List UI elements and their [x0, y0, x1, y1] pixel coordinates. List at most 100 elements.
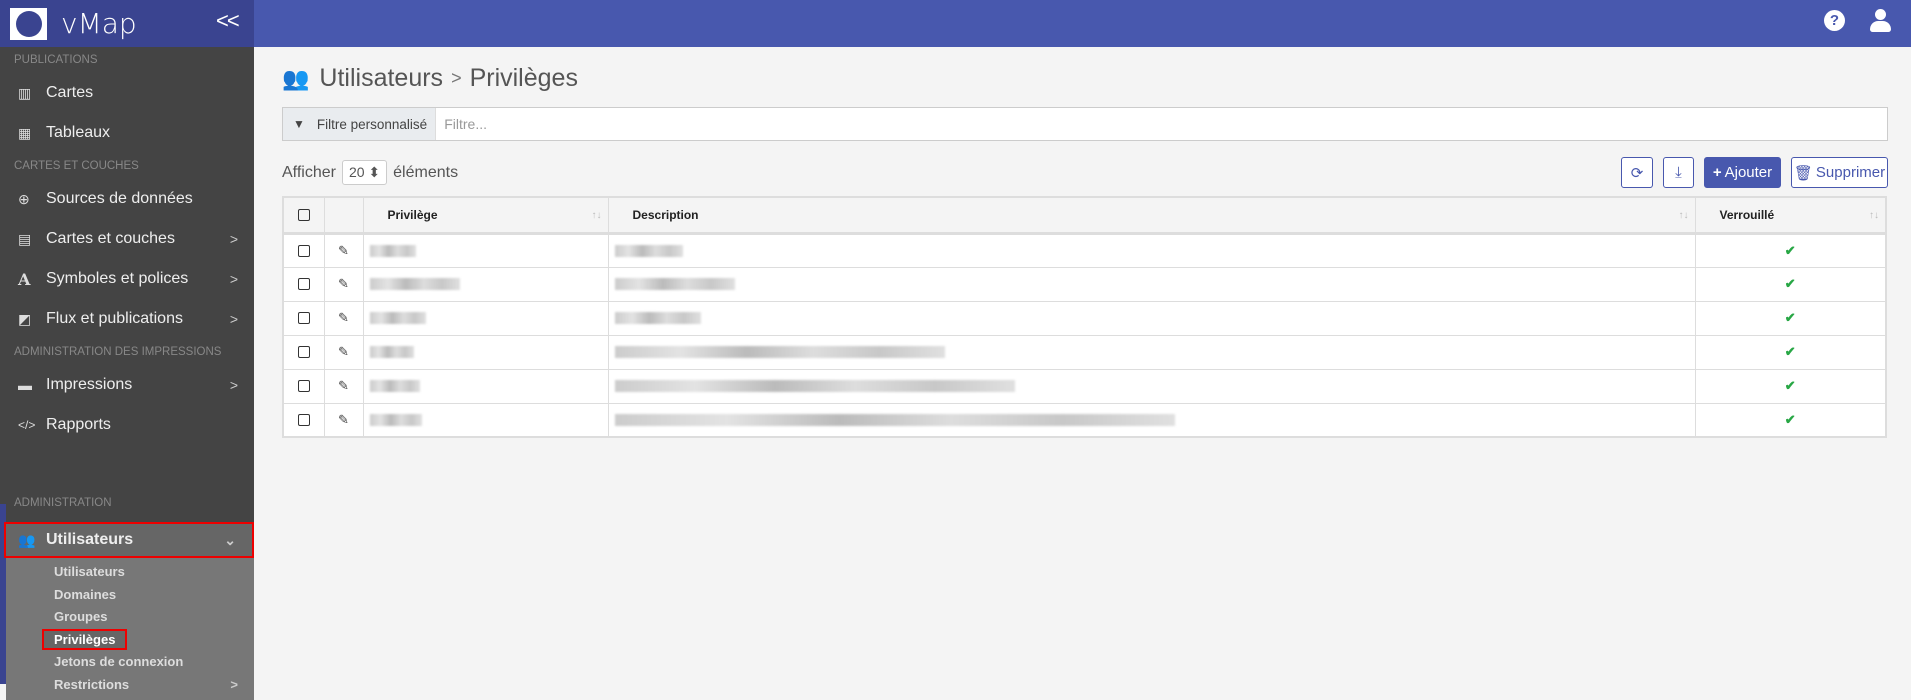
column-label: Description: [632, 207, 699, 222]
pencil-icon[interactable]: ✎: [323, 334, 364, 370]
sidebar-item-impressions[interactable]: ▬ Impressions >: [0, 365, 254, 405]
chevron-right-icon: >: [230, 676, 238, 692]
show-label: Afficher: [282, 163, 336, 181]
privilege-cell: [362, 232, 609, 268]
sidebar-item-utilisateurs[interactable]: 👥 Utilisateurs ⌄: [4, 522, 254, 558]
sidebar-item-flux[interactable]: ◩ Flux et publications >: [0, 299, 254, 339]
table-row[interactable]: ✎ ✔: [282, 266, 1887, 302]
breadcrumb-separator: >: [451, 68, 462, 88]
sidebar-item-label: Rapports: [46, 416, 111, 433]
section-label: CARTES ET COUCHES: [14, 160, 139, 172]
user-icon[interactable]: [1869, 9, 1893, 33]
sidebar-item-sources[interactable]: ⊕ Sources de données: [0, 179, 254, 219]
locked-cell: ✔: [1694, 232, 1887, 268]
subitem-restrictions[interactable]: Restrictions >: [6, 674, 254, 697]
trash-icon: 🗑: [1793, 164, 1813, 182]
table-row[interactable]: ✎ ✔: [282, 402, 1887, 438]
subitem-groupes[interactable]: Groupes: [6, 606, 254, 629]
redacted-text: [369, 413, 422, 426]
select-all-checkbox[interactable]: [297, 208, 310, 221]
row-checkbox[interactable]: [297, 380, 310, 392]
redacted-text: [614, 413, 1175, 426]
description-cell: [607, 266, 1696, 302]
table-row[interactable]: ✎ ✔: [282, 368, 1887, 404]
column-description[interactable]: Description ↑↓: [607, 196, 1696, 235]
locked-cell: ✔: [1694, 266, 1887, 302]
description-cell: [607, 300, 1696, 336]
sidebar-item-label: Cartes: [46, 84, 94, 101]
subitem-jetons[interactable]: Jetons de connexion: [6, 651, 254, 674]
column-label: Verrouillé: [1719, 207, 1775, 222]
share-icon: ◩: [18, 310, 32, 327]
redacted-text: [614, 244, 683, 257]
sidebar-item-symboles[interactable]: A Symboles et polices >: [0, 259, 254, 299]
subitem-domaines[interactable]: Domaines: [6, 584, 254, 607]
code-icon: </>: [18, 418, 36, 432]
description-cell: [607, 402, 1696, 438]
pencil-icon[interactable]: ✎: [323, 266, 364, 302]
locked-cell: ✔: [1694, 402, 1887, 438]
row-checkbox[interactable]: [297, 346, 310, 358]
description-cell: [607, 232, 1696, 268]
section-label: ADMINISTRATION DES IMPRESSIONS: [14, 346, 222, 358]
table-row[interactable]: ✎ ✔: [282, 300, 1887, 336]
row-checkbox[interactable]: [297, 278, 310, 290]
table-header: Privilège ↑↓ Description ↑↓ Verrouillé ↑↓: [282, 196, 1887, 235]
pencil-icon[interactable]: ✎: [323, 368, 364, 404]
filter-input[interactable]: [436, 108, 1887, 140]
sidebar-item-tableaux[interactable]: ▦ Tableaux: [0, 113, 254, 153]
question-circle-icon[interactable]: ?: [1824, 10, 1845, 31]
add-button[interactable]: + Ajouter: [1704, 157, 1781, 188]
elements-label: éléments: [393, 163, 459, 181]
font-icon: A: [18, 269, 31, 289]
refresh-button[interactable]: ⟳: [1621, 157, 1653, 188]
column-locked[interactable]: Verrouillé ↑↓: [1694, 196, 1887, 235]
pencil-icon[interactable]: ✎: [323, 402, 364, 438]
row-select-cell: [282, 368, 325, 404]
export-button[interactable]: ⤓: [1663, 157, 1694, 188]
users-icon: 👥: [282, 65, 310, 91]
column-label: Privilège: [387, 207, 438, 222]
top-bar: ?: [254, 0, 1911, 47]
subitem-utilisateurs[interactable]: Utilisateurs: [6, 561, 254, 584]
sidebar-item-cartes[interactable]: ▥ Cartes: [0, 73, 254, 113]
pencil-icon[interactable]: ✎: [323, 300, 364, 336]
logo-bar: vMap <<: [0, 0, 254, 47]
sidebar-item-label: Sources de données: [46, 190, 193, 207]
locked-cell: ✔: [1694, 334, 1887, 370]
table-row[interactable]: ✎ ✔: [282, 334, 1887, 370]
check-icon: ✔: [1784, 242, 1796, 258]
row-select-cell: [282, 266, 325, 302]
row-select-cell: [282, 334, 325, 370]
redacted-text: [614, 312, 701, 324]
redacted-text: [614, 278, 735, 290]
privilege-cell: [362, 368, 609, 404]
breadcrumb-current: Privilèges: [469, 64, 578, 92]
column-privilege[interactable]: Privilège ↑↓: [362, 196, 609, 235]
globe-icon: ⊕: [18, 190, 30, 207]
subitem-privileges[interactable]: Privilèges: [6, 628, 254, 652]
sort-icon: ↑↓: [591, 210, 602, 221]
check-icon: ✔: [1784, 310, 1796, 325]
page-size-control: Afficher 20 ⬍ éléments: [282, 160, 458, 185]
table-row[interactable]: ✎ ✔: [282, 232, 1887, 268]
privilege-cell: [362, 402, 609, 438]
delete-button[interactable]: 🗑 Supprimer: [1791, 157, 1888, 188]
sidebar-item-cartes-couches[interactable]: ▤ Cartes et couches >: [0, 219, 254, 259]
row-checkbox[interactable]: [297, 312, 310, 324]
row-checkbox[interactable]: [297, 244, 310, 257]
sidebar-item-label: Tableaux: [46, 124, 111, 141]
map-icon: ▥: [18, 84, 32, 101]
pencil-icon[interactable]: ✎: [323, 232, 364, 268]
page-size-select[interactable]: 20 ⬍: [341, 160, 388, 185]
refresh-icon: ⟳: [1630, 164, 1644, 182]
row-checkbox[interactable]: [297, 413, 310, 426]
sidebar-item-label: Symboles et polices: [46, 270, 189, 287]
description-cell: [607, 334, 1696, 370]
chevrons-left-icon[interactable]: <<: [216, 8, 240, 34]
check-icon: ✔: [1784, 411, 1796, 427]
privileges-table: Privilège ↑↓ Description ↑↓ Verrouillé ↑↓ ✎…: [282, 196, 1887, 438]
chevron-down-icon: ⌄: [224, 531, 236, 548]
sidebar-item-rapports[interactable]: </> Rapports: [0, 405, 254, 445]
breadcrumb-parent[interactable]: Utilisateurs: [319, 64, 443, 93]
